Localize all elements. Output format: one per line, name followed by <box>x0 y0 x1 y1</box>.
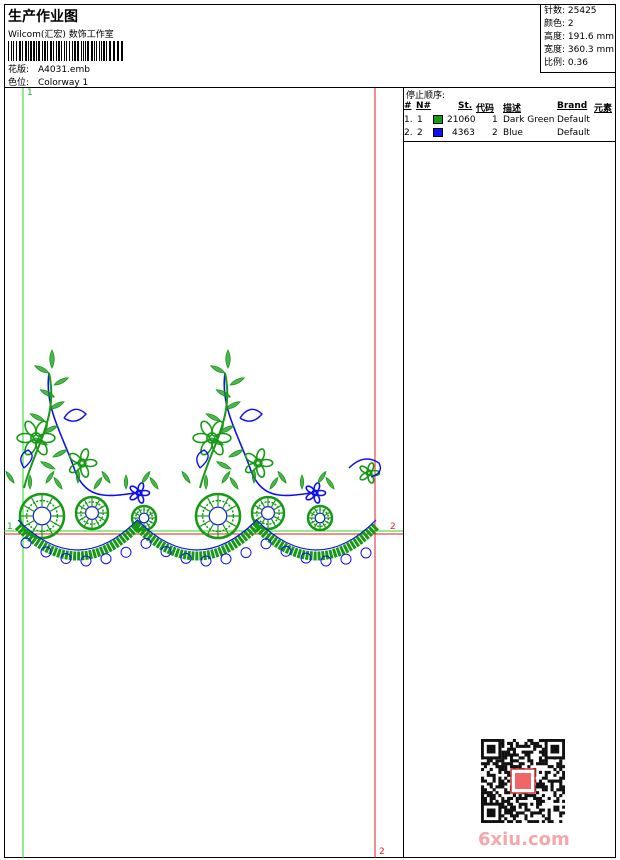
stop-sequence-title: 停止顺序: <box>406 91 446 101</box>
row2-brand: Default <box>557 128 590 138</box>
col-header-stitches: St. <box>458 101 473 111</box>
stat-width: 宽度: 360.3 mm <box>544 45 615 55</box>
colorway-field: 色位: Colorway 1 <box>8 78 89 88</box>
row1-brand: Default <box>557 115 590 125</box>
row2-stitches: 4363 <box>452 128 475 138</box>
stat-scale: 比例: 0.36 <box>544 58 588 68</box>
embroidery-preview <box>4 88 403 858</box>
row1-needle: 1 <box>417 115 423 125</box>
design-file-field: 花版: A4031.emb <box>8 65 90 75</box>
row2-color-swatch <box>433 128 443 137</box>
row1-stitches: 21060 <box>447 115 476 125</box>
row2-code: 2 <box>492 128 498 138</box>
stat-stitches: 针数: 25425 <box>544 6 597 16</box>
row1-color-swatch <box>433 115 443 124</box>
guide-label-top: 1 <box>27 88 33 98</box>
design-preview: 1 1 2 2 <box>4 88 404 858</box>
col-header-brand: Brand <box>557 101 588 111</box>
guide-label-left: 1 <box>7 522 13 532</box>
software-name: Wilcom(汇宏) 数饰工作室 <box>8 30 114 40</box>
col-header-code: 代码 <box>476 104 495 114</box>
row2-description: Blue <box>503 128 523 138</box>
row2-index: 2. <box>404 128 413 138</box>
row2-needle: 2 <box>417 128 423 138</box>
guide-label-bottom: 2 <box>379 847 385 857</box>
design-file-name: A4031.emb <box>38 65 90 75</box>
col-header-needle: N# <box>416 101 432 111</box>
sheet-title: 生产作业图 <box>8 9 78 25</box>
row1-index: 1. <box>404 115 413 125</box>
stat-colors: 颜色: 2 <box>544 19 574 29</box>
colorway-name: Colorway 1 <box>38 78 89 88</box>
row1-description: Dark Green <box>503 115 555 125</box>
design-stats: 针数: 25425 颜色: 2 高度: 191.6 mm 宽度: 360.3 m… <box>540 4 616 73</box>
barcode <box>8 41 123 61</box>
guide-label-right: 2 <box>390 522 396 532</box>
col-header-element: 元素 <box>594 104 613 114</box>
header: 生产作业图 Wilcom(汇宏) 数饰工作室 花版: A4031.emb 色位: C… <box>4 4 616 88</box>
col-header-index: # <box>404 101 412 111</box>
stat-height: 高度: 191.6 mm <box>544 32 615 42</box>
col-header-description: 描述 <box>503 104 522 114</box>
qr-code <box>481 739 565 823</box>
watermark: 6xiu.com <box>478 829 570 850</box>
row1-code: 1 <box>492 115 498 125</box>
stop-sequence-panel: 停止顺序: # N# St. 代码 描述 Brand 元素 1. 1 21060… <box>404 88 616 142</box>
